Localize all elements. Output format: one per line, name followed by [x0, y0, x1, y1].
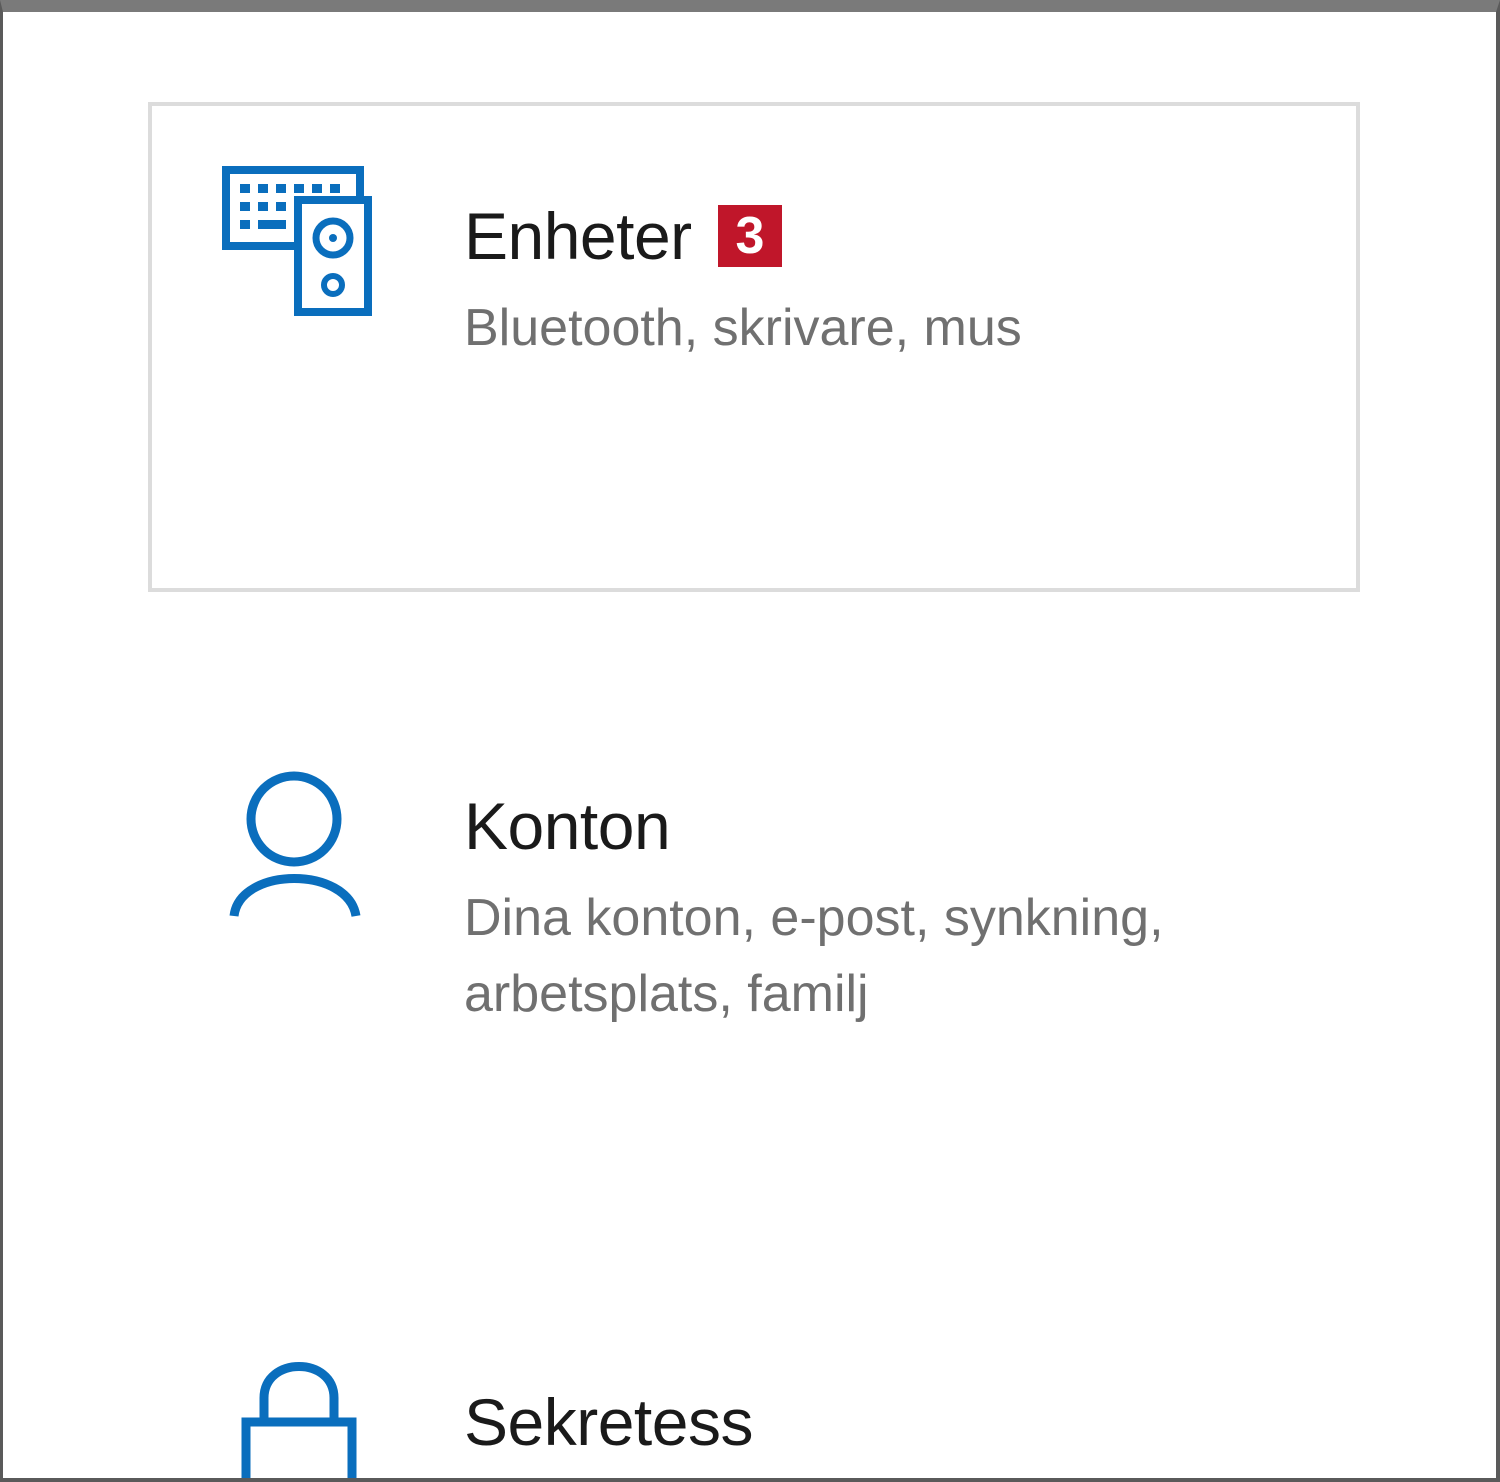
settings-window: Enheter 3 Bluetooth, skrivare, mus Konto… [0, 0, 1500, 1482]
tile-devices-text: Enheter 3 Bluetooth, skrivare, mus [464, 196, 1316, 366]
tile-privacy[interactable]: Sekretess [148, 1282, 1360, 1478]
tile-devices-description: Bluetooth, skrivare, mus [464, 299, 1022, 357]
tile-devices[interactable]: Enheter 3 Bluetooth, skrivare, mus [148, 102, 1360, 592]
tile-privacy-text: Sekretess [464, 1382, 1316, 1462]
tile-title: Enheter 3 [464, 196, 1316, 276]
tile-accounts-description: Dina konton, e-post, synkning, arbetspla… [464, 889, 1164, 1023]
person-icon [222, 771, 372, 931]
tile-accounts-title: Konton [464, 789, 671, 863]
tile-privacy-title: Sekretess [464, 1385, 753, 1459]
tile-accounts-text: Konton Dina konton, e-post, synkning, ar… [464, 786, 1316, 1032]
devices-icon [222, 166, 376, 316]
lock-icon [240, 1358, 360, 1478]
notification-badge: 3 [717, 205, 782, 267]
tile-devices-title: Enheter [464, 199, 692, 273]
tile-accounts[interactable]: Konton Dina konton, e-post, synkning, ar… [148, 692, 1360, 1182]
